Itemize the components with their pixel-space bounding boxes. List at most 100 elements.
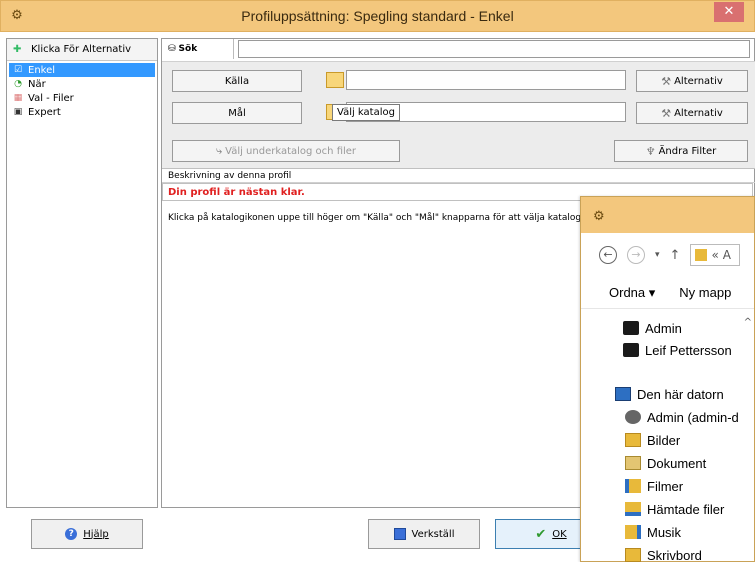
search-bar: ⛁ Sök [162,39,755,59]
tree-item-downloads[interactable]: Hämtade filer [625,498,724,520]
tree-item-admin[interactable]: Admin [623,317,682,339]
description-text: Klicka på katalogikonen uppe till höger … [168,213,582,223]
help-button[interactable]: ? Hjälp [31,519,143,549]
tree-item-label: Den här datorn [637,386,724,402]
clock-icon: ◔ [14,79,22,89]
nav-item-enkel[interactable]: ☑ Enkel [9,63,155,77]
checklist-icon: ☑ [13,65,23,75]
search-icon: ⛁ [168,44,176,54]
tree-item-label: Dokument [647,455,707,471]
folder-browser-title-bar: ⚙ [581,197,754,233]
computer-icon [615,387,631,401]
tree-item-leif[interactable]: Leif Pettersson [623,339,732,361]
filter-icon: ♆ [645,144,656,158]
nav-item-label: När [28,78,46,90]
back-icon[interactable]: ← [599,246,617,264]
dest-options-label: Alternativ [674,107,723,119]
select-subdir-button[interactable]: ⤷ Välj underkatalog och filer [172,140,400,162]
options-header-label: Klicka För Alternativ [31,44,132,55]
check-icon: ✔ [535,526,547,542]
music-folder-icon [625,525,641,539]
folder-icon [695,249,708,261]
scroll-up-icon[interactable]: ^ [744,317,752,328]
downloads-folder-icon [625,502,641,516]
dest-button-label: Mål [228,107,246,119]
select-subdir-label: Välj underkatalog och filer [225,145,357,157]
tree-item-this-pc[interactable]: Den här datorn [615,383,724,405]
folder-browser-toolbar: Ordna ▾ Ny mapp [581,277,754,309]
user-icon [623,343,639,357]
new-folder-button[interactable]: Ny mapp [679,285,731,300]
title-bar: ⚙ Profiluppsättning: Spegling standard -… [0,0,755,32]
options-icon: ✚ [13,43,22,55]
forward-icon[interactable]: → [627,246,645,264]
tree-item-label: Filmer [647,478,684,494]
save-icon [393,528,406,540]
options-icon: ⚒ [661,106,672,120]
tree-item-music[interactable]: Musik [625,521,681,543]
tree-item-documents[interactable]: Dokument [625,452,706,474]
change-filter-label: Ändra Filter [658,145,717,157]
source-button-label: Källa [224,75,250,87]
videos-folder-icon [625,479,641,493]
tree-item-admin-network[interactable]: Admin (admin-d [625,406,739,428]
user-icon [623,321,639,335]
organize-button[interactable]: Ordna ▾ [609,285,655,301]
description-warning: Din profil är nästan klar. [168,187,305,198]
app-icon: ⚙ [593,209,605,224]
options-panel: ✚ Klicka För Alternativ ☑ Enkel ◔ När ▦ … [6,38,158,508]
address-text: A [722,248,731,262]
tree-item-label: Skrivbord [647,547,702,562]
tree-item-label: Admin (admin-d [647,409,739,425]
source-options-label: Alternativ [674,75,723,87]
ok-label: OK [552,528,567,540]
address-prefix: « [711,248,719,262]
nav-item-label: Val - Filer [28,92,74,104]
source-button[interactable]: Källa [172,70,302,92]
tree-item-pictures[interactable]: Bilder [625,429,680,451]
grid-icon: ▦ [13,93,23,103]
nav-item-val-filer[interactable]: ▦ Val - Filer [7,91,157,105]
tree-item-desktop[interactable]: Skrivbord [625,544,702,562]
up-icon[interactable]: ↑ [670,248,681,263]
tree-item-videos[interactable]: Filmer [625,475,683,497]
change-filter-button[interactable]: ♆ Ändra Filter [614,140,748,162]
source-folder-icon[interactable] [326,72,344,88]
help-icon: ? [65,528,78,540]
config-area: Källa ⚒ Alternativ Mål Välj katalog ⚒ Al… [162,61,755,169]
desktop-folder-icon [625,548,641,562]
nav-item-expert[interactable]: ▣ Expert [7,105,157,119]
options-icon: ⚒ [661,74,672,88]
recent-dropdown-icon[interactable]: ▾ [655,250,660,260]
folder-browser-window: ⚙ ← → ▾ ↑ « A Ordna ▾ Ny mapp ^ Admin Le… [580,196,755,562]
options-list: ☑ Enkel ◔ När ▦ Val - Filer ▣ Expert [7,61,157,119]
search-input[interactable] [238,40,750,58]
gear-icon: ▣ [13,107,23,117]
search-tab[interactable]: ⛁ Sök [162,39,234,59]
apply-button[interactable]: Verkställ [368,519,480,549]
tree-item-label: Bilder [647,432,681,448]
apply-label: Verkställ [411,528,455,540]
folder-browser-nav: ← → ▾ ↑ « A [581,233,754,277]
address-bar[interactable]: « A [690,244,741,266]
pictures-folder-icon [625,433,641,447]
description-header: Beskrivning av denna profil [162,171,755,183]
dest-options-button[interactable]: ⚒ Alternativ [636,102,748,124]
tree-item-label: Musik [647,524,681,540]
window-title: Profiluppsättning: Spegling standard - E… [241,8,514,24]
dest-button[interactable]: Mål [172,102,302,124]
options-header: ✚ Klicka För Alternativ [7,39,157,61]
close-button[interactable]: ✕ [714,2,744,22]
network-user-icon [625,410,641,424]
tooltip: Välj katalog [332,104,400,121]
nav-item-nar[interactable]: ◔ När [7,77,157,91]
tree-item-label: Admin [645,320,682,336]
subdir-icon: ⤷ [215,144,223,157]
nav-item-label: Enkel [28,64,56,76]
tree-item-label: Leif Pettersson [645,342,732,358]
source-path-field[interactable] [346,70,626,90]
nav-item-label: Expert [28,106,61,118]
search-tab-label: Sök [178,44,198,54]
tree-item-label: Hämtade filer [647,501,725,517]
source-options-button[interactable]: ⚒ Alternativ [636,70,748,92]
